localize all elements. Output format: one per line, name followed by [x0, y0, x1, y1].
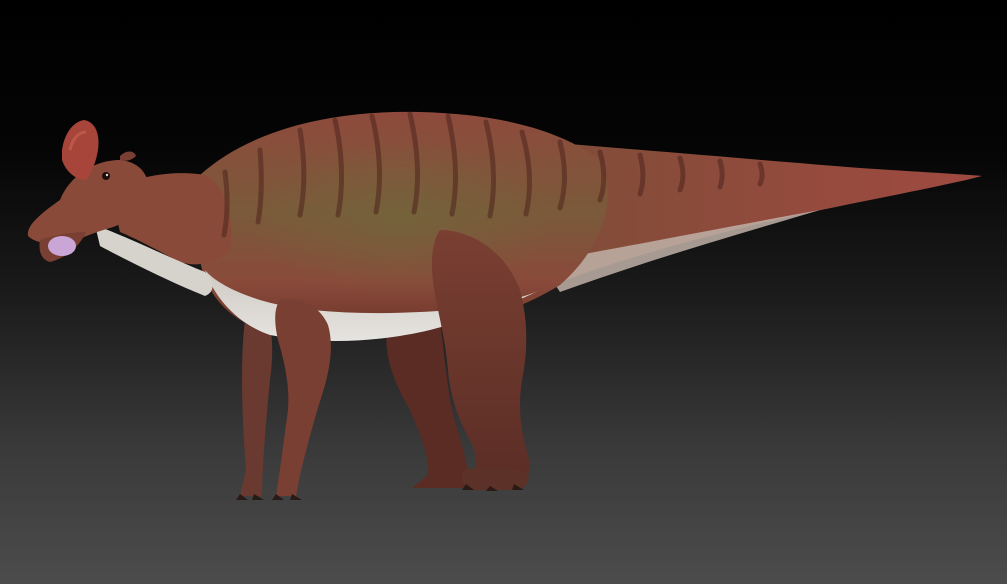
ear-flap — [120, 151, 136, 161]
dinosaur-render — [27, 111, 982, 500]
eye — [102, 172, 110, 180]
eye-highlight — [105, 173, 109, 177]
open-mouth — [48, 236, 76, 256]
near-front-leg — [275, 299, 331, 496]
near-hind-foot — [462, 467, 529, 490]
far-front-leg — [240, 320, 273, 496]
render-viewport — [0, 0, 1007, 584]
